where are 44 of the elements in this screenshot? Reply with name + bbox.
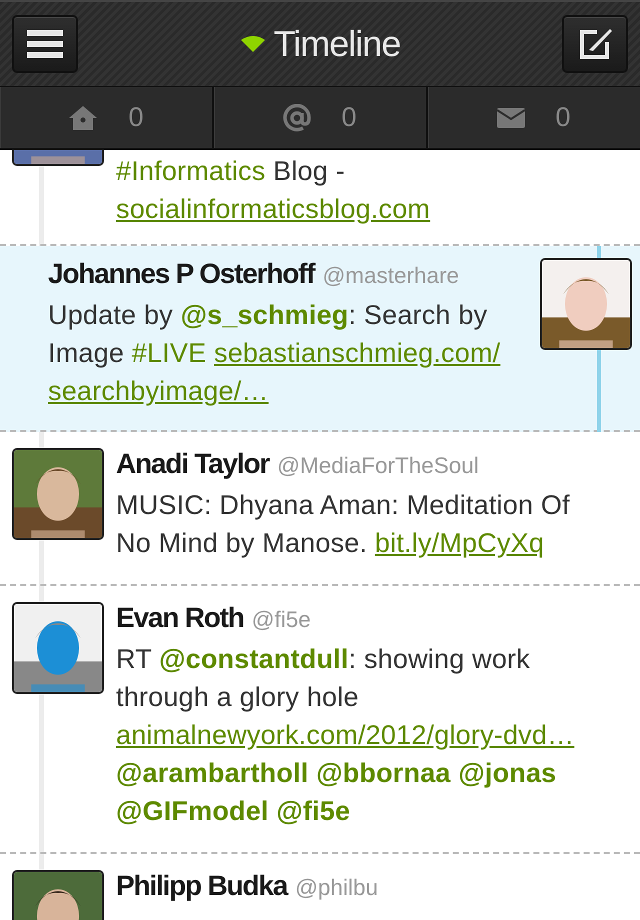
tab[interactable]: 0 [214,87,428,148]
envelope-icon [497,108,526,128]
at-sign-icon [283,104,312,132]
user-name: Philipp Budka [116,870,288,902]
menu-button[interactable] [12,15,78,73]
user-name: Evan Roth [116,602,244,634]
link[interactable]: searchbyimage/… [48,376,269,406]
user-handle: @masterhare [322,263,460,289]
mention-link[interactable]: @constantdull [159,644,349,674]
user-name: Johannes P Osterhoff [48,258,314,290]
mention-link[interactable]: @s_schmieg [180,300,348,330]
user-name: Anadi Taylor [116,448,270,480]
link[interactable]: bit.ly/MpCyXq [374,528,544,558]
mention-link[interactable]: @jonas [458,758,556,788]
tweet[interactable]: Evan Roth @fi5e RT @constantdull: showing work through a glory hole animalnewyork.com/2012/glory-dvd… @arambartholl @bbornaa @jonas @GIFmodel @fi5e [0,586,640,854]
signal-icon [240,36,266,52]
tweet-text: Update by @s_schmieg: Search by Image #LIVE sebastianschmieg.com/ searchbyimage/… [48,299,502,408]
tweet[interactable]: Johannes P Osterhoff @masterhare Update by @s_schmieg: Search by Image #LIVE sebastianschmieg.com/ searchbyimage/… [0,246,640,432]
mention-link[interactable]: @bbornaa [316,758,451,788]
link[interactable]: animalnewyork.com/2012/glory-dvd… [116,720,574,750]
unread-count: 0 [128,102,144,133]
tweet[interactable]: Anadi Taylor @MediaForTheSoul MUSIC: Dhyana Aman: Meditation Of No Mind by Manose. bit.ly/MpCyXq [0,432,640,586]
link[interactable]: socialinformaticsblog.com [116,194,430,224]
compose-button[interactable] [562,15,628,73]
user-handle: @MediaForTheSoul [277,453,479,479]
mention-link[interactable]: @fi5e [276,796,350,826]
tweet-text: #Informatics Blog - socialinformaticsblog.com [116,155,432,226]
mention-link[interactable]: @GIFmodel [116,796,269,826]
tweet-text: RT @constantdull: showing work through a glory hole animalnewyork.com/2012/glory-dvd… @arambartholl @bbornaa @jonas @GIFmodel @fi5e [116,643,576,828]
unread-count: 0 [555,102,571,133]
window-title: Timeline [274,23,400,65]
mention-link[interactable]: @arambartholl [116,758,308,788]
tab[interactable]: 0 [0,87,214,148]
home-icon [68,104,98,130]
tweet[interactable]: Philipp Budka @philbu [0,854,640,920]
hashtag-link[interactable]: #Informatics [116,156,266,186]
menu-icon [27,28,63,60]
user-handle: @fi5e [252,607,311,633]
tweet-text: MUSIC: Dhyana Aman: Meditation Of No Mind by Manose. bit.ly/MpCyXq [116,489,571,560]
link[interactable]: sebastianschmieg.com/ [214,338,500,368]
user-handle: @philbu [295,875,378,901]
unread-count: 0 [341,102,357,133]
tab[interactable]: 0 [428,87,640,148]
hashtag-link[interactable]: #LIVE [132,338,206,368]
